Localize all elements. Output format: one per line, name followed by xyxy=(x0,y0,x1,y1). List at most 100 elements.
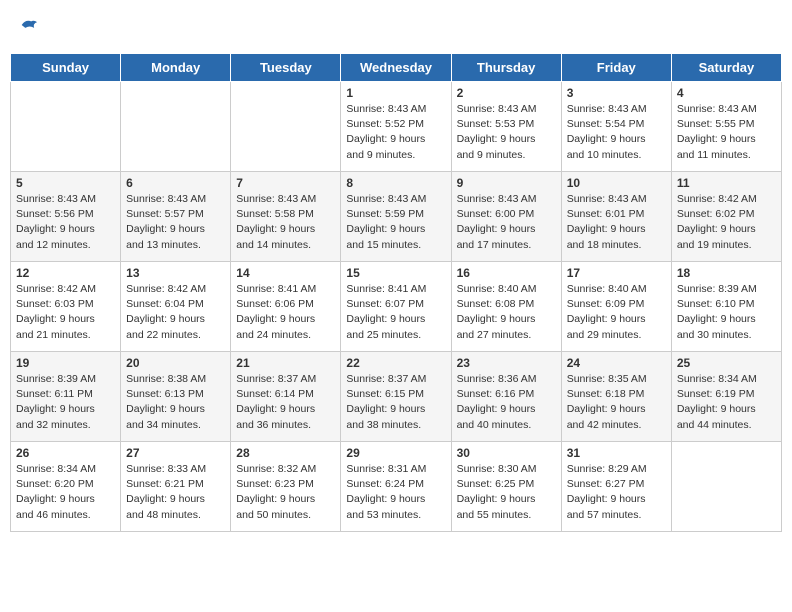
daylight-label: Daylight: 9 hours and 21 minutes. xyxy=(16,313,95,340)
day-info: Sunrise: 8:35 AMSunset: 6:18 PMDaylight:… xyxy=(567,372,666,433)
sunset-label: Sunset: 5:58 PM xyxy=(236,208,314,220)
daylight-label: Daylight: 9 hours and 48 minutes. xyxy=(126,493,205,520)
day-info: Sunrise: 8:43 AMSunset: 5:54 PMDaylight:… xyxy=(567,102,666,163)
sunrise-label: Sunrise: 8:34 AM xyxy=(16,463,96,475)
day-number: 27 xyxy=(126,446,225,460)
sunset-label: Sunset: 5:52 PM xyxy=(346,118,424,130)
daylight-label: Daylight: 9 hours and 46 minutes. xyxy=(16,493,95,520)
calendar-cell-19: 19Sunrise: 8:39 AMSunset: 6:11 PMDayligh… xyxy=(11,352,121,442)
sunset-label: Sunset: 6:18 PM xyxy=(567,388,645,400)
sunset-label: Sunset: 5:56 PM xyxy=(16,208,94,220)
sunrise-label: Sunrise: 8:43 AM xyxy=(346,193,426,205)
sunrise-label: Sunrise: 8:32 AM xyxy=(236,463,316,475)
daylight-label: Daylight: 9 hours and 40 minutes. xyxy=(457,403,536,430)
calendar-cell-8: 8Sunrise: 8:43 AMSunset: 5:59 PMDaylight… xyxy=(341,172,451,262)
day-number: 5 xyxy=(16,176,115,190)
day-number: 20 xyxy=(126,356,225,370)
day-number: 24 xyxy=(567,356,666,370)
sunrise-label: Sunrise: 8:42 AM xyxy=(126,283,206,295)
sunset-label: Sunset: 6:27 PM xyxy=(567,478,645,490)
day-info: Sunrise: 8:30 AMSunset: 6:25 PMDaylight:… xyxy=(457,462,556,523)
sunset-label: Sunset: 6:13 PM xyxy=(126,388,204,400)
calendar-cell-3: 3Sunrise: 8:43 AMSunset: 5:54 PMDaylight… xyxy=(561,82,671,172)
calendar-cell-empty xyxy=(671,442,781,532)
sunset-label: Sunset: 6:15 PM xyxy=(346,388,424,400)
day-number: 1 xyxy=(346,86,445,100)
calendar-cell-empty xyxy=(11,82,121,172)
calendar-cell-29: 29Sunrise: 8:31 AMSunset: 6:24 PMDayligh… xyxy=(341,442,451,532)
daylight-label: Daylight: 9 hours and 27 minutes. xyxy=(457,313,536,340)
weekday-header-saturday: Saturday xyxy=(671,54,781,82)
day-info: Sunrise: 8:42 AM Sunset: 6:03 PM Daylight:… xyxy=(16,282,115,343)
day-info: Sunrise: 8:42 AMSunset: 6:02 PMDaylight:… xyxy=(677,192,776,253)
daylight-label: Daylight: 9 hours and 50 minutes. xyxy=(236,493,315,520)
day-info: Sunrise: 8:40 AMSunset: 6:08 PMDaylight:… xyxy=(457,282,556,343)
day-info: Sunrise: 8:29 AM Sunset: 6:27 PM Daylight:… xyxy=(567,462,666,523)
day-number: 17 xyxy=(567,266,666,280)
logo-bird-icon xyxy=(18,14,40,36)
sunrise-label: Sunrise: 8:43 AM xyxy=(677,103,757,115)
sunset-label: Sunset: 6:00 PM xyxy=(457,208,535,220)
sunrise-label: Sunrise: 8:29 AM xyxy=(567,463,647,475)
day-info: Sunrise: 8:43 AMSunset: 5:58 PMDaylight:… xyxy=(236,192,335,253)
daylight-label: Daylight: 9 hours and 24 minutes. xyxy=(236,313,315,340)
daylight-label: Daylight: 9 hours and 38 minutes. xyxy=(346,403,425,430)
calendar-cell-23: 23Sunrise: 8:36 AMSunset: 6:16 PMDayligh… xyxy=(451,352,561,442)
sunset-label: Sunset: 6:06 PM xyxy=(236,298,314,310)
sunset-label: Sunset: 6:24 PM xyxy=(346,478,424,490)
sunrise-label: Sunrise: 8:34 AM xyxy=(677,373,757,385)
sunrise-label: Sunrise: 8:43 AM xyxy=(457,193,537,205)
day-number: 22 xyxy=(346,356,445,370)
daylight-label: Daylight: 9 hours and 18 minutes. xyxy=(567,223,646,250)
calendar-cell-12: 12Sunrise: 8:42 AMSunset: 6:03 PMDayligh… xyxy=(11,262,121,352)
day-number: 25 xyxy=(677,356,776,370)
sunset-label: Sunset: 6:11 PM xyxy=(16,388,93,400)
sunset-label: Sunset: 6:08 PM xyxy=(457,298,535,310)
daylight-label: Daylight: 9 hours and 30 minutes. xyxy=(677,313,756,340)
sunset-label: Sunset: 5:53 PM xyxy=(457,118,535,130)
day-number: 2 xyxy=(457,86,556,100)
day-info: Sunrise: 8:43 AM Sunset: 5:52 PM Daylight:… xyxy=(346,102,445,163)
sunrise-label: Sunrise: 8:37 AM xyxy=(346,373,426,385)
day-info: Sunrise: 8:34 AMSunset: 6:20 PMDaylight:… xyxy=(16,462,115,523)
day-info: Sunrise: 8:43 AMSunset: 5:55 PMDaylight:… xyxy=(677,102,776,163)
daylight-label: Daylight: 9 hours and 57 minutes. xyxy=(567,493,646,520)
calendar-cell-25: 25Sunrise: 8:34 AMSunset: 6:19 PMDayligh… xyxy=(671,352,781,442)
day-number: 15 xyxy=(346,266,445,280)
sunrise-label: Sunrise: 8:36 AM xyxy=(457,373,537,385)
day-number: 19 xyxy=(16,356,115,370)
calendar-cell-empty xyxy=(231,82,341,172)
daylight-label: Daylight: 9 hours and 9 minutes. xyxy=(346,133,425,160)
day-info: Sunrise: 8:41 AM Sunset: 6:06 PM Daylight:… xyxy=(236,282,335,343)
calendar-cell-11: 11Sunrise: 8:42 AMSunset: 6:02 PMDayligh… xyxy=(671,172,781,262)
sunset-label: Sunset: 6:03 PM xyxy=(16,298,94,310)
sunrise-label: Sunrise: 8:41 AM xyxy=(236,283,316,295)
calendar-row-3: 12Sunrise: 8:42 AMSunset: 6:03 PMDayligh… xyxy=(11,262,782,352)
sunset-label: Sunset: 6:19 PM xyxy=(677,388,755,400)
day-info: Sunrise: 8:38 AMSunset: 6:13 PMDaylight:… xyxy=(126,372,225,433)
daylight-label: Daylight: 9 hours and 34 minutes. xyxy=(126,403,205,430)
daylight-label: Daylight: 9 hours and 32 minutes. xyxy=(16,403,95,430)
sunrise-label: Sunrise: 8:43 AM xyxy=(567,193,647,205)
sunrise-label: Sunrise: 8:43 AM xyxy=(346,103,426,115)
calendar-cell-30: 30Sunrise: 8:30 AMSunset: 6:25 PMDayligh… xyxy=(451,442,561,532)
day-number: 10 xyxy=(567,176,666,190)
sunrise-label: Sunrise: 8:43 AM xyxy=(16,193,96,205)
day-number: 16 xyxy=(457,266,556,280)
daylight-label: Daylight: 9 hours and 15 minutes. xyxy=(346,223,425,250)
day-number: 31 xyxy=(567,446,666,460)
logo-text xyxy=(16,14,40,41)
daylight-label: Daylight: 9 hours and 22 minutes. xyxy=(126,313,205,340)
sunrise-label: Sunrise: 8:43 AM xyxy=(567,103,647,115)
sunrise-label: Sunrise: 8:42 AM xyxy=(16,283,96,295)
day-info: Sunrise: 8:34 AMSunset: 6:19 PMDaylight:… xyxy=(677,372,776,433)
weekday-header-row: SundayMondayTuesdayWednesdayThursdayFrid… xyxy=(11,54,782,82)
day-number: 6 xyxy=(126,176,225,190)
sunset-label: Sunset: 6:21 PM xyxy=(126,478,204,490)
sunset-label: Sunset: 6:16 PM xyxy=(457,388,535,400)
day-info: Sunrise: 8:39 AMSunset: 6:10 PMDaylight:… xyxy=(677,282,776,343)
daylight-label: Daylight: 9 hours and 55 minutes. xyxy=(457,493,536,520)
calendar-row-2: 5 Sunrise: 8:43 AM Sunset: 5:56 PM Daylight… xyxy=(11,172,782,262)
day-info: Sunrise: 8:32 AMSunset: 6:23 PMDaylight:… xyxy=(236,462,335,523)
logo xyxy=(16,14,40,41)
